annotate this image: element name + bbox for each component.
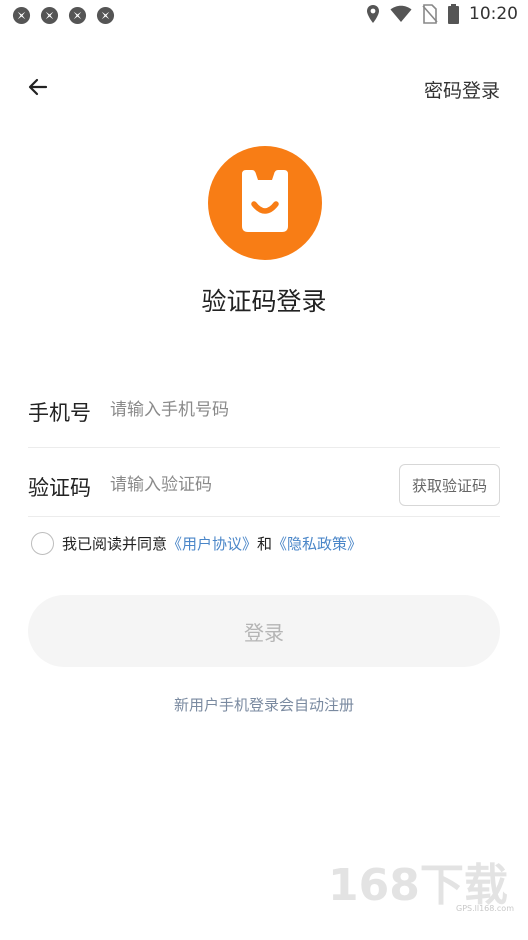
app-notification-icon [96,6,115,25]
notification-icons [12,6,115,25]
agreement-checkbox[interactable] [31,532,54,555]
watermark-logo: 168下载 GPS.ll168.com [326,860,516,918]
phone-row: 手机号 [28,372,500,448]
get-code-button[interactable]: 获取验证码 [399,464,500,506]
watermark-brand: 168下载 [328,860,508,906]
agreement-connector: 和 [257,535,273,553]
page-title: 验证码登录 [201,287,327,316]
status-time: 10:20 [469,4,518,24]
battery-icon [448,4,459,24]
app-notification-icon [68,6,87,25]
agreement-text: 我已阅读并同意《用户协议》和《隐私政策》 [62,533,362,554]
code-row: 验证码 获取验证码 [28,447,500,517]
auto-register-hint: 新用户手机登录会自动注册 [173,696,354,714]
agreement: 我已阅读并同意《用户协议》和《隐私政策》 [31,532,362,555]
code-label: 验证码 [28,476,91,500]
login-button[interactable]: 登录 [28,595,500,667]
back-button[interactable] [26,74,54,100]
agreement-prefix: 我已阅读并同意 [62,535,168,553]
status-bar: 10:20 [0,0,528,30]
user-agreement-link[interactable]: 《用户协议》 [167,535,257,553]
privacy-policy-link[interactable]: 《隐私政策》 [272,535,362,553]
no-sim-icon [422,4,438,24]
arrow-left-icon [28,78,48,96]
phone-input[interactable] [110,395,370,425]
app-notification-icon [12,6,31,25]
code-input[interactable] [110,470,370,500]
watermark-url: GPS.ll168.com [456,904,514,913]
wifi-icon [390,5,412,22]
location-icon [367,5,379,23]
watermark-graphic: 168下载 [328,860,508,911]
app-logo-icon [242,170,288,232]
system-icons: 10:20 [366,4,518,24]
app-notification-icon [40,6,59,25]
password-login-link[interactable]: 密码登录 [424,76,500,103]
app-logo [208,146,322,260]
phone-label: 手机号 [28,401,91,425]
